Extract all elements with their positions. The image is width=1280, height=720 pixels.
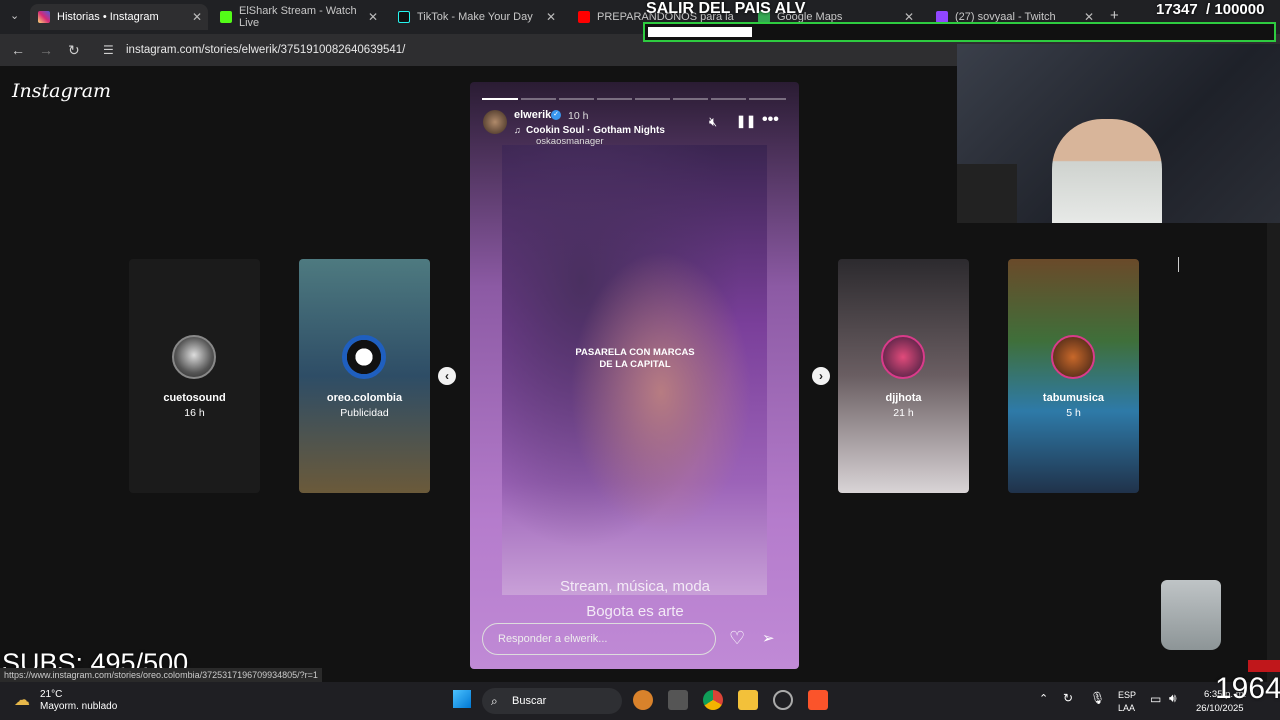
tab-kick[interactable]: ElShark Stream - Watch Live ✕ (212, 4, 384, 30)
site-info-icon[interactable]: ☰ (103, 43, 114, 57)
story-author-avatar[interactable] (483, 110, 507, 134)
taskbar-app-icon[interactable] (773, 690, 793, 710)
share-send-icon[interactable]: ➢ (762, 629, 775, 647)
story-username: oreo.colombia (326, 392, 403, 404)
story-time: 21 h (893, 407, 914, 419)
previous-story-button[interactable]: ‹ (438, 367, 456, 385)
next-story-button[interactable]: › (812, 367, 830, 385)
goal-progress-bar (643, 22, 1276, 42)
streamer-webcam-overlay (957, 44, 1280, 223)
more-options-icon[interactable]: ••• (762, 111, 779, 129)
windows-start-icon[interactable] (453, 690, 471, 708)
tab-tiktok[interactable]: TikTok - Make Your Day ✕ (390, 4, 562, 30)
sync-icon[interactable]: ↻ (1063, 691, 1073, 705)
story-progress-segment (711, 98, 746, 100)
show-hidden-icons-icon[interactable]: ⌃ (1039, 692, 1048, 705)
instagram-logo[interactable]: Instagram (12, 80, 111, 102)
avatar (342, 335, 386, 379)
story-preview-tabumusica[interactable]: tabumusica 5 h (1008, 259, 1139, 493)
webcam-person (1052, 119, 1162, 223)
goal-counter-overlay: 17347 / 100000 (1156, 1, 1265, 18)
kick-favicon-icon (220, 11, 232, 23)
language-top[interactable]: ESP (1118, 690, 1136, 700)
story-preview-oreo-colombia[interactable]: oreo.colombia Publicidad (299, 259, 430, 493)
story-username: tabumusica (1042, 392, 1105, 404)
story-author-username[interactable]: elwerik (514, 109, 551, 121)
story-time: 5 h (1066, 407, 1081, 419)
forward-arrow-icon[interactable]: → (39, 42, 53, 58)
like-heart-icon[interactable]: ♡ (729, 628, 745, 649)
pause-icon[interactable]: ❚❚ (736, 114, 756, 128)
story-caption: Stream, música, moda Bogota es arte (500, 574, 770, 624)
story-preview-djjhota[interactable]: djjhota 21 h (838, 259, 969, 493)
story-progress-segment (635, 98, 670, 100)
taskbar-search-box[interactable]: ⌕ Buscar (482, 688, 622, 714)
sticker-line: PASARELA CON MARCAS (575, 347, 695, 358)
chrome-icon[interactable] (703, 690, 723, 710)
caption-line: Stream, música, moda (559, 578, 711, 595)
story-preview-cuetosound[interactable]: cuetosound 16 h (129, 259, 260, 493)
text-cursor-indicator (1178, 257, 1179, 272)
address-bar[interactable]: instagram.com/stories/elwerik/3751910082… (126, 40, 986, 60)
story-progress-segment (749, 98, 786, 100)
bottom-number-overlay: 1964 (1215, 672, 1280, 705)
verified-badge-icon: ✓ (551, 110, 561, 120)
story-progress-segment (521, 98, 556, 100)
tab-instagram[interactable]: Historias • Instagram ✕ (30, 4, 208, 30)
back-arrow-icon[interactable]: ← (11, 42, 25, 58)
search-icon: ⌕ (491, 694, 498, 708)
sticker-line: DE LA CAPITAL (599, 359, 671, 370)
language-bottom[interactable]: LAA (1118, 703, 1135, 713)
mute-icon[interactable]: 🔇︎ (709, 114, 717, 130)
close-tab-icon[interactable]: ✕ (368, 10, 378, 24)
taskbar-app-icon[interactable] (633, 690, 653, 710)
avatar (172, 335, 216, 379)
task-view-icon[interactable] (668, 690, 688, 710)
cup-widget (1161, 580, 1221, 650)
weather-cloud-icon[interactable]: ☁ (14, 690, 30, 710)
tab-title: ElShark Stream - Watch Live (239, 5, 357, 29)
story-progress-segment (559, 98, 594, 100)
search-label: Buscar (512, 695, 547, 707)
story-time: 10 h (568, 110, 589, 122)
brave-browser-icon[interactable] (808, 690, 828, 710)
alert-badge (1248, 660, 1280, 672)
weather-temperature[interactable]: 21°C (40, 689, 62, 700)
volume-icon[interactable]: 🔊︎ (1169, 691, 1177, 706)
story-time: 16 h (184, 407, 205, 419)
story-sticker-text: PASARELA CON MARCAS DE LA CAPITAL (555, 347, 715, 371)
story-progress-segment (673, 98, 708, 100)
file-explorer-icon[interactable] (738, 690, 758, 710)
tab-title: TikTok - Make Your Day (417, 11, 533, 23)
story-username: cuetosound (163, 392, 226, 404)
story-mention[interactable]: oskaosmanager (536, 136, 604, 147)
network-icon[interactable]: ▭ (1150, 692, 1161, 706)
youtube-favicon-icon (578, 11, 590, 23)
story-progress-segment (482, 98, 518, 100)
close-tab-icon[interactable]: ✕ (546, 10, 556, 24)
goal-progress-fill (648, 27, 752, 37)
story-username: djjhota (885, 392, 922, 404)
instagram-favicon-icon (38, 11, 50, 23)
avatar (881, 335, 925, 379)
reload-icon[interactable]: ↻ (68, 42, 80, 59)
story-sponsored-label: Publicidad (340, 407, 389, 419)
story-music-label[interactable]: Cookin Soul · Gotham Nights (526, 125, 665, 136)
tab-title: Historias • Instagram (57, 11, 159, 23)
tiktok-favicon-icon (398, 11, 410, 23)
browser-side-panel (1267, 223, 1280, 682)
close-tab-icon[interactable]: ✕ (192, 10, 202, 24)
music-note-icon: ♫ (514, 125, 521, 135)
microphone-icon[interactable]: 🎙︎ (1090, 691, 1105, 705)
tab-search-chevron-icon[interactable]: ⌄ (10, 9, 19, 22)
story-progress-segment (597, 98, 632, 100)
weather-description[interactable]: Mayorm. nublado (40, 701, 117, 712)
story-reply-input[interactable]: Responder a elwerik... (482, 623, 716, 655)
avatar (1051, 335, 1095, 379)
webcam-chair (957, 164, 1017, 223)
stream-title-overlay: SALIR DEL PAIS ALV (646, 0, 806, 17)
caption-line: Bogota es arte (586, 603, 684, 620)
status-bar-url: https://www.instagram.com/stories/oreo.c… (0, 668, 322, 682)
url-text: instagram.com/stories/elwerik/3751910082… (126, 44, 406, 56)
